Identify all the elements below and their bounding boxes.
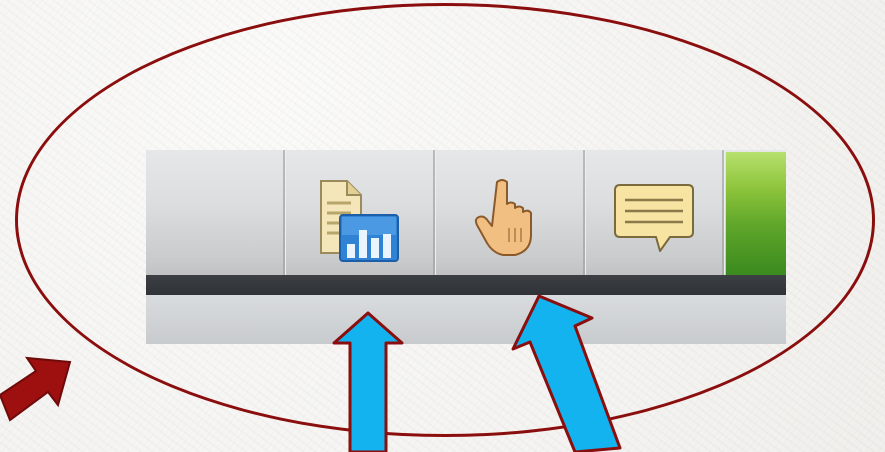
- blue-callout-arrow-left: [332, 311, 404, 452]
- annotation-arrows: [0, 294, 622, 452]
- red-pointer-arrow: [0, 356, 72, 422]
- blue-callout-arrow-right: [511, 294, 622, 452]
